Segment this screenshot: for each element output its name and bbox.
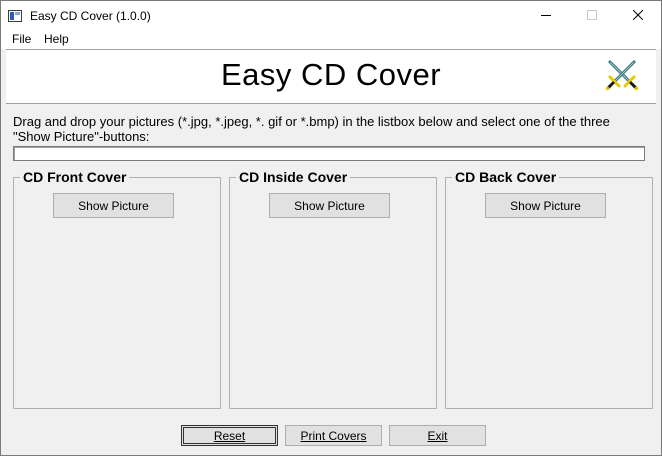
- banner-title: Easy CD Cover: [220, 57, 442, 92]
- header-banner: Easy CD Cover: [6, 49, 656, 104]
- exit-button-label: Exit: [427, 429, 448, 443]
- front-cover-title: CD Front Cover: [20, 169, 130, 186]
- back-cover-group: CD Back Cover Show Picture: [445, 169, 653, 409]
- print-covers-button-label: Print Covers: [300, 429, 367, 443]
- print-covers-button[interactable]: Print Covers: [285, 425, 382, 446]
- maximize-button[interactable]: [569, 1, 615, 31]
- minimize-button[interactable]: [523, 1, 569, 31]
- app-icon: [8, 9, 22, 23]
- show-back-picture-button[interactable]: Show Picture: [485, 193, 606, 218]
- app-window: Easy CD Cover (1.0.0) File Help Easy CD …: [0, 0, 662, 456]
- instruction-text: Drag and drop your pictures (*.jpg, *.jp…: [13, 114, 610, 144]
- title-bar[interactable]: Easy CD Cover (1.0.0): [1, 1, 661, 31]
- show-inside-picture-button[interactable]: Show Picture: [269, 193, 390, 218]
- menu-help[interactable]: Help: [42, 32, 71, 46]
- front-cover-group: CD Front Cover Show Picture: [13, 169, 221, 409]
- window-title: Easy CD Cover (1.0.0): [30, 9, 151, 23]
- menu-file[interactable]: File: [10, 32, 33, 46]
- crossed-swords-icon: [604, 58, 640, 94]
- inside-cover-group: CD Inside Cover Show Picture: [229, 169, 437, 409]
- close-icon: [632, 9, 644, 23]
- picture-listbox[interactable]: [13, 146, 645, 161]
- minimize-icon: [541, 9, 551, 23]
- reset-button[interactable]: Reset: [181, 425, 278, 446]
- reset-button-label: Reset: [213, 429, 246, 443]
- show-front-picture-button[interactable]: Show Picture: [53, 193, 174, 218]
- inside-cover-title: CD Inside Cover: [236, 169, 351, 186]
- back-cover-title: CD Back Cover: [452, 169, 560, 186]
- exit-button[interactable]: Exit: [389, 425, 486, 446]
- maximize-icon: [587, 9, 597, 23]
- close-button[interactable]: [615, 1, 661, 31]
- menu-bar: File Help: [1, 31, 661, 49]
